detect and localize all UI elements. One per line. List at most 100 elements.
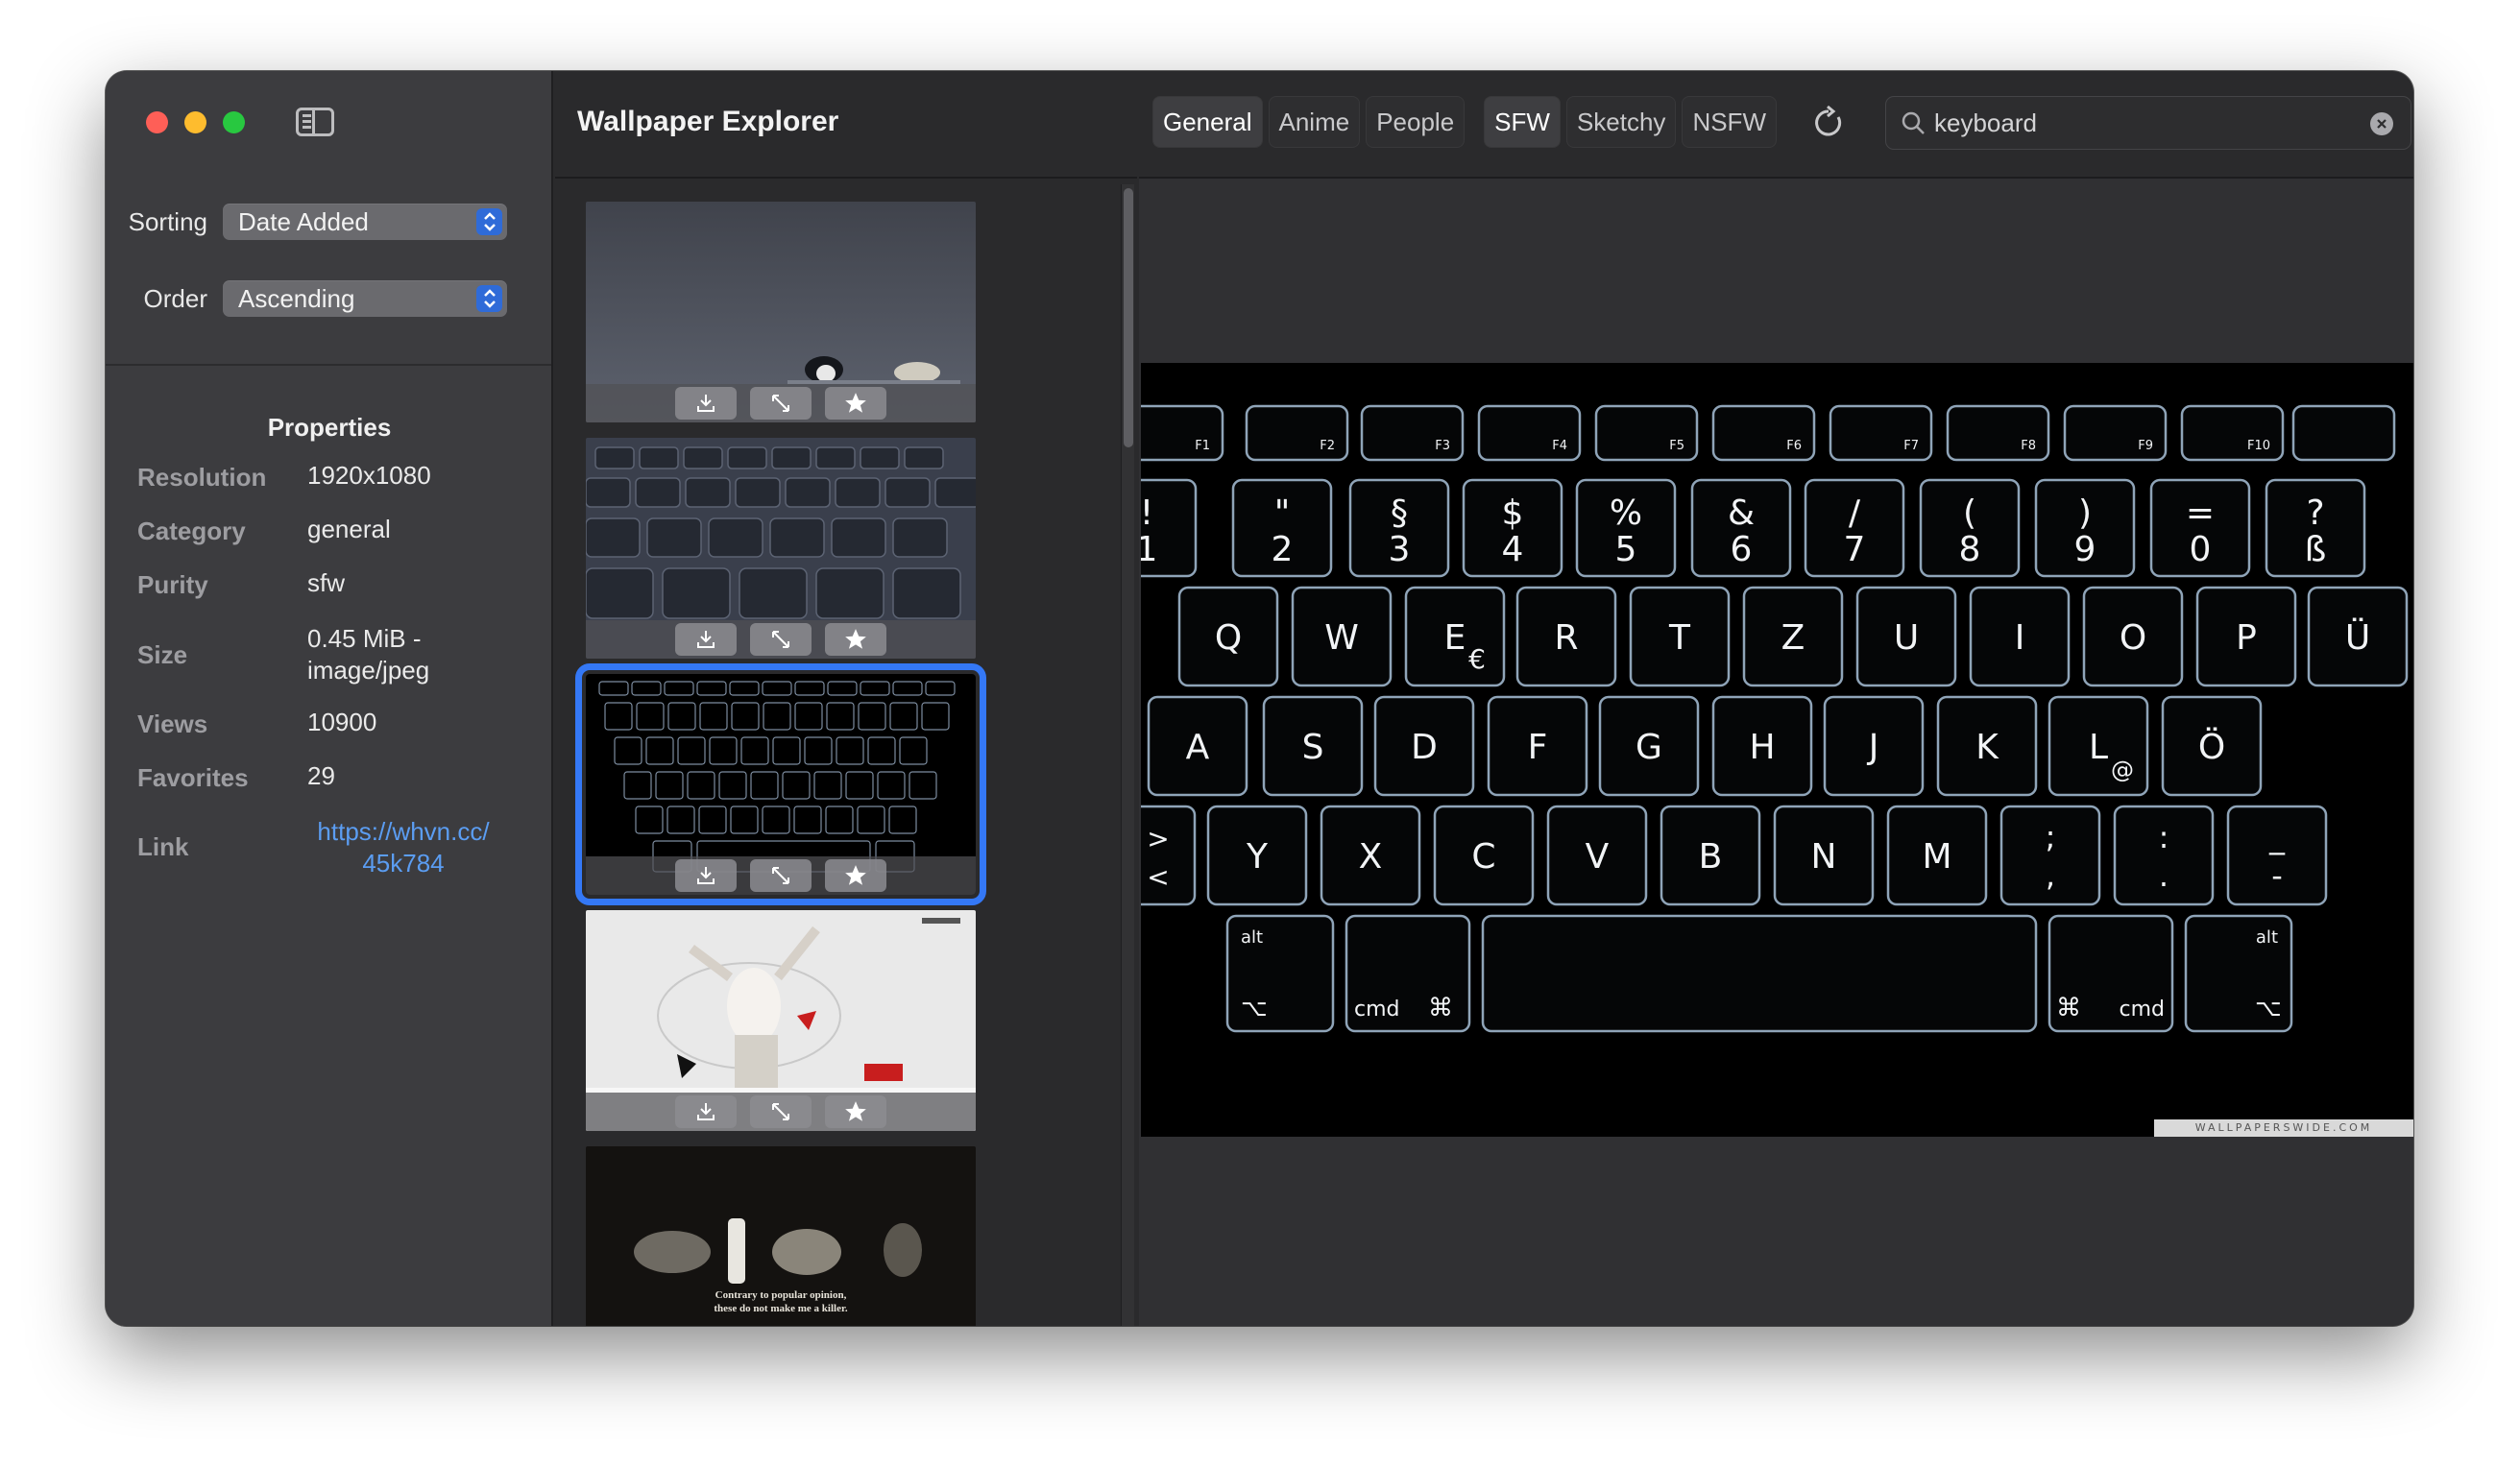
clear-search-icon[interactable] (2370, 112, 2393, 135)
refresh-icon[interactable] (1809, 104, 1848, 142)
prop-value-resolution: 1920x1080 (307, 461, 431, 490)
cmd-label: cmd (2120, 998, 2166, 1022)
sidebar: Sorting Date Added Order Ascending Prope… (106, 71, 553, 1326)
number-key-symbol: ) (2078, 493, 2092, 533)
scrollbar-thumb[interactable] (1124, 188, 1133, 447)
window-controls (146, 111, 245, 133)
thumbnail-item[interactable]: Contrary to popular opinion, these do no… (586, 1146, 976, 1326)
tab-nsfw[interactable]: NSFW (1682, 96, 1777, 148)
letter-key-label: U (1894, 618, 1919, 658)
expand-button[interactable] (750, 623, 812, 656)
letter-key-label: L (2089, 728, 2108, 767)
letter-key-label: K (1975, 728, 1999, 767)
tab-sketchy[interactable]: Sketchy (1565, 96, 1677, 148)
letter-key-label: I (2015, 618, 2025, 658)
number-key-symbol: ! (1141, 493, 1153, 533)
tab-people[interactable]: People (1366, 96, 1466, 148)
number-key-digit: 2 (1272, 530, 1294, 569)
thumbnail-item[interactable] (586, 438, 976, 659)
expand-icon (772, 867, 789, 884)
close-window-button[interactable] (146, 111, 168, 133)
expand-button[interactable] (750, 387, 812, 420)
number-key-symbol: ? (2306, 493, 2324, 533)
prop-value-views: 10900 (307, 708, 377, 736)
chevron-up-down-icon (476, 285, 502, 312)
chevron-up-down-icon (476, 208, 502, 235)
option-glyph: ⌥ (2255, 995, 2282, 1022)
letter-key-label: Ü (2345, 617, 2370, 658)
number-key-symbol: % (1610, 493, 1642, 533)
favorite-button[interactable] (825, 1095, 886, 1128)
download-button[interactable] (675, 1095, 737, 1128)
number-key-symbol: " (1274, 493, 1291, 533)
minimize-window-button[interactable] (184, 111, 206, 133)
download-button[interactable] (675, 387, 737, 420)
prop-value-favorites: 29 (307, 761, 335, 790)
sorting-select[interactable]: Date Added (223, 204, 507, 240)
order-row: Order Ascending (106, 279, 553, 318)
letter-key-label: H (1749, 728, 1775, 767)
expand-button[interactable] (750, 1095, 812, 1128)
function-key-label: F5 (1669, 439, 1684, 453)
star-icon (845, 629, 866, 649)
thumbnail-caption-line: Contrary to popular opinion, (715, 1289, 847, 1301)
prop-key-purity: Purity (137, 570, 208, 599)
function-key-label: F1 (1195, 439, 1210, 453)
cmd-label: cmd (1354, 998, 1400, 1022)
search-field[interactable] (1885, 96, 2411, 150)
number-key-digit: 6 (1731, 530, 1753, 569)
function-key (2291, 404, 2396, 462)
letter-key-label: J (1867, 728, 1879, 767)
function-key-label: F10 (2247, 439, 2270, 453)
number-key-symbol: § (1391, 493, 1408, 533)
function-key-label: F2 (1320, 439, 1335, 453)
function-key-label: F9 (2138, 439, 2153, 453)
prop-value-size: 0.45 MiB - image/jpeg (307, 624, 430, 685)
number-key-symbol: / (1849, 493, 1861, 533)
command-glyph: ⌘ (2056, 994, 2081, 1022)
sidebar-toggle-icon[interactable] (296, 108, 334, 136)
thumbnail-list[interactable]: Contrary to popular opinion, these do no… (555, 177, 1137, 1326)
wallpaper-preview[interactable]: F1 F2 F3 F4 F5 F6 F7 F8 F9 F10! 1 " 2 § 3 $4% 5 & 6 /7 (8) 9 =… (1141, 363, 2413, 1137)
thumbnail-item[interactable] (586, 910, 976, 1131)
thumbnail-actions (586, 856, 976, 895)
order-select[interactable]: Ascending (223, 280, 507, 317)
letter-key-label: F (1528, 728, 1548, 767)
prop-value-purity: sfw (307, 568, 345, 597)
thumbnail-actions (586, 384, 976, 422)
thumbnail-actions (586, 620, 976, 659)
letter-key-label: Q (1215, 618, 1242, 658)
sidebar-divider (106, 364, 551, 366)
download-button[interactable] (675, 859, 737, 892)
greater-than-glyph: > (1147, 823, 1169, 854)
prop-key-category: Category (137, 517, 246, 545)
thumbnail-item-selected[interactable] (575, 663, 986, 905)
prop-key-size: Size (137, 640, 188, 669)
letter-key-label: R (1554, 618, 1578, 658)
favorite-button[interactable] (825, 859, 886, 892)
number-key-symbol: & (1728, 493, 1755, 533)
prop-value-link[interactable]: https://whvn.cc/ 45k784 (307, 816, 499, 879)
tab-anime[interactable]: Anime (1268, 96, 1361, 148)
zoom-window-button[interactable] (223, 111, 245, 133)
thumbnail-item[interactable] (586, 202, 976, 422)
punctuation-key-symbol: - (2271, 857, 2283, 894)
letter-key-label: M (1922, 837, 1951, 877)
letter-key-label: C (1471, 837, 1495, 877)
star-icon (845, 1101, 866, 1121)
favorite-button[interactable] (825, 387, 886, 420)
number-key-digit: 3 (1389, 530, 1411, 569)
search-input[interactable] (1934, 104, 2347, 142)
favorite-button[interactable] (825, 623, 886, 656)
download-button[interactable] (675, 623, 737, 656)
tab-general[interactable]: General (1152, 96, 1263, 148)
app-window: Sorting Date Added Order Ascending Prope… (106, 71, 2413, 1326)
window-title: Wallpaper Explorer (577, 106, 839, 137)
spacebar-key (1481, 914, 2038, 1033)
letter-key-label: P (2236, 618, 2257, 658)
expand-button[interactable] (750, 859, 812, 892)
download-icon (697, 1103, 715, 1120)
tab-sfw[interactable]: SFW (1484, 96, 1561, 148)
thumbnail-scrollbar[interactable] (1121, 184, 1134, 1326)
thumbnail-caption-line: these do not make me a killer. (714, 1303, 848, 1314)
